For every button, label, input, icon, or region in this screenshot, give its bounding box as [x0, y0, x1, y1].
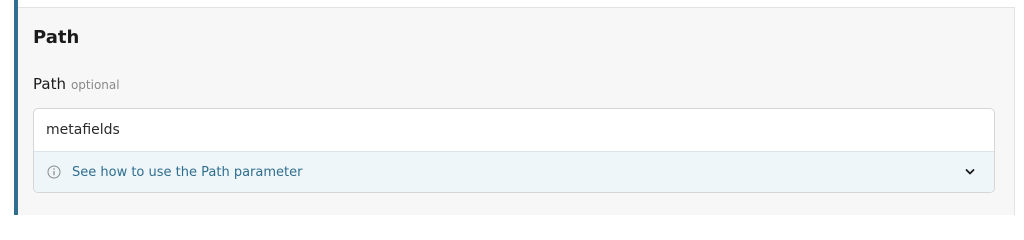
path-field-label: Path optional [33, 75, 120, 94]
optional-tag: optional [70, 78, 120, 92]
section-title: Path [33, 27, 80, 48]
path-config-section: Path Path optional See how to use the Pat… [0, 0, 1024, 215]
path-help-toggle[interactable]: See how to use the Path parameter [34, 151, 994, 192]
info-icon [47, 165, 61, 179]
section-accent-bar [14, 0, 18, 215]
chevron-down-icon[interactable] [965, 168, 975, 176]
path-field-container: See how to use the Path parameter [33, 108, 995, 193]
path-label-text: Path [33, 75, 66, 93]
path-input[interactable] [34, 109, 994, 151]
help-link-text[interactable]: See how to use the Path parameter [72, 164, 302, 181]
